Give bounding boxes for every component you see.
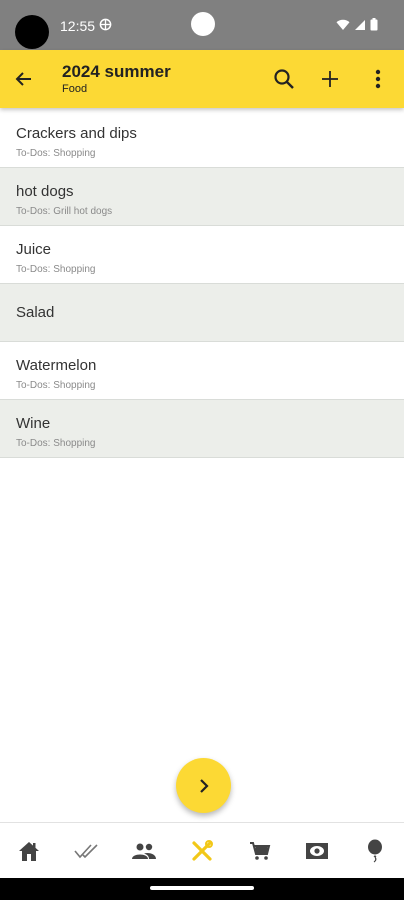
status-time: 12:55 xyxy=(60,18,96,34)
nav-expenses[interactable] xyxy=(297,831,337,871)
next-fab-button[interactable] xyxy=(176,758,231,813)
nav-people[interactable] xyxy=(124,831,164,871)
cart-icon xyxy=(249,841,270,860)
app-bar: 2024 summer Food xyxy=(0,50,404,108)
item-title: Juice xyxy=(16,241,52,258)
item-title: Watermelon xyxy=(16,357,97,374)
wifi-icon xyxy=(336,19,350,30)
chevron-right-icon xyxy=(199,778,209,793)
status-icons xyxy=(336,18,378,31)
page-title: 2024 summer xyxy=(62,62,171,81)
home-icon xyxy=(18,841,39,861)
money-icon xyxy=(306,842,329,859)
tools-icon xyxy=(192,839,213,861)
back-button[interactable] xyxy=(10,65,38,93)
front-camera xyxy=(191,12,215,36)
people-icon xyxy=(132,843,157,859)
home-gesture-handle[interactable] xyxy=(150,886,254,890)
list-item[interactable]: Juice To-Dos: Shopping xyxy=(0,226,404,284)
food-list: Crackers and dips To-Dos: Shopping hot d… xyxy=(0,110,404,458)
list-item[interactable]: Crackers and dips To-Dos: Shopping xyxy=(0,110,404,168)
battery-icon xyxy=(370,18,378,31)
plus-icon xyxy=(322,71,338,87)
item-subtitle: To-Dos: Shopping xyxy=(16,438,96,449)
item-title: Wine xyxy=(16,415,51,432)
nav-shopping[interactable] xyxy=(240,831,280,871)
sync-status-icon xyxy=(99,18,112,31)
item-subtitle: To-Dos: Shopping xyxy=(16,380,96,391)
more-vert-icon xyxy=(375,69,381,89)
camera-cutout xyxy=(15,15,49,49)
gesture-bar xyxy=(0,878,404,900)
search-icon xyxy=(274,69,294,89)
search-button[interactable] xyxy=(270,65,298,93)
list-item[interactable]: hot dogs To-Dos: Grill hot dogs xyxy=(0,168,404,226)
nav-tools[interactable] xyxy=(182,831,222,871)
add-button[interactable] xyxy=(316,65,344,93)
list-item[interactable]: Watermelon To-Dos: Shopping xyxy=(0,342,404,400)
double-check-icon xyxy=(73,843,98,858)
status-bar: 12:55 xyxy=(0,0,404,50)
more-options-button[interactable] xyxy=(364,65,392,93)
back-arrow-icon xyxy=(15,72,31,86)
list-item[interactable]: Salad xyxy=(0,284,404,342)
nav-home[interactable] xyxy=(9,831,49,871)
page-subtitle: Food xyxy=(62,83,88,95)
balloon-icon xyxy=(368,839,383,862)
item-subtitle: To-Dos: Shopping xyxy=(16,148,96,159)
item-title: hot dogs xyxy=(16,183,74,200)
item-subtitle: To-Dos: Shopping xyxy=(16,264,96,275)
list-item[interactable]: Wine To-Dos: Shopping xyxy=(0,400,404,458)
item-title: Salad xyxy=(16,304,55,321)
nav-todos[interactable] xyxy=(67,831,107,871)
nav-events[interactable] xyxy=(355,831,395,871)
signal-icon xyxy=(355,19,365,30)
item-title: Crackers and dips xyxy=(16,125,137,142)
item-subtitle: To-Dos: Grill hot dogs xyxy=(16,206,113,217)
bottom-navigation xyxy=(0,822,404,878)
